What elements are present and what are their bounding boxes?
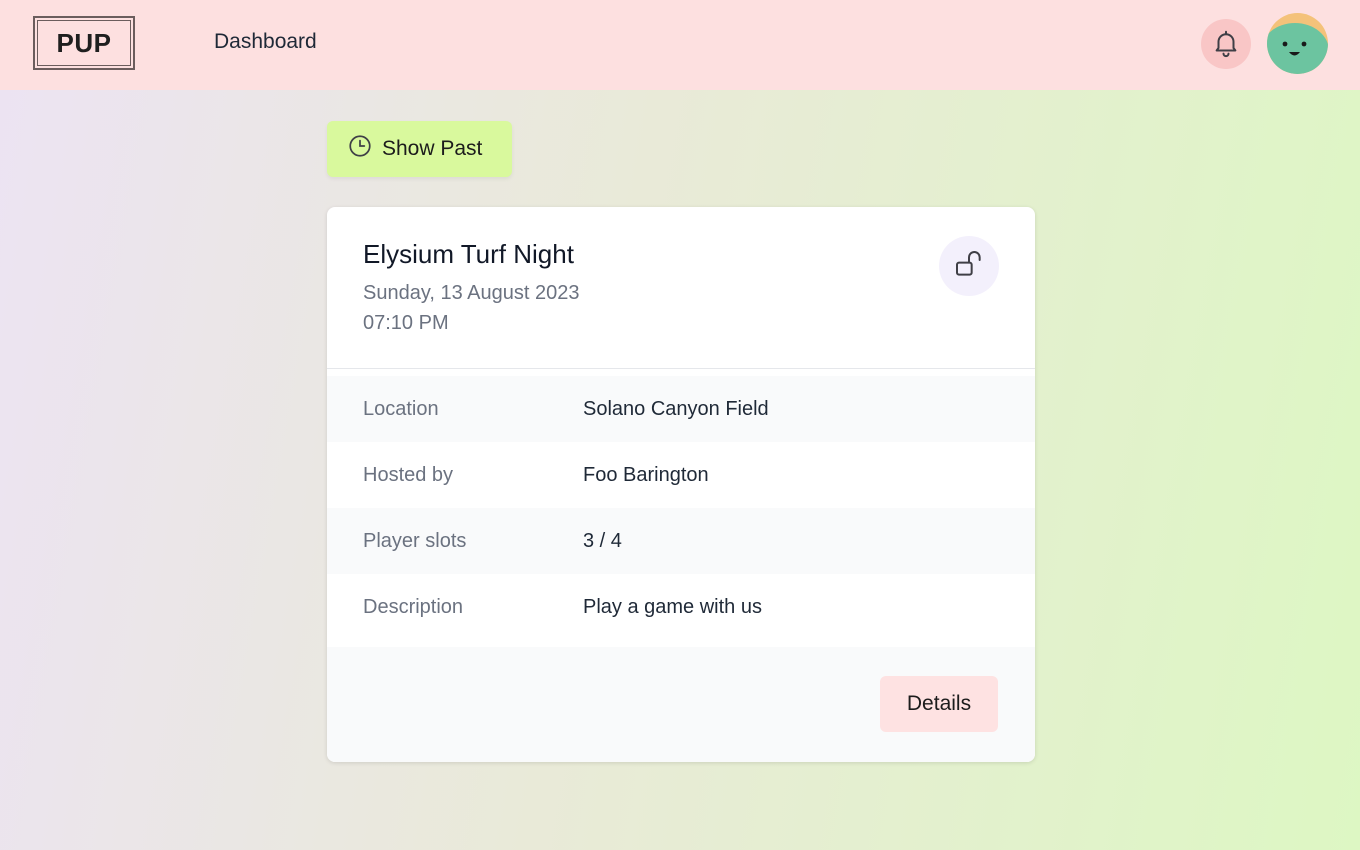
bell-icon bbox=[1211, 28, 1241, 61]
event-card-footer: Details bbox=[327, 647, 1035, 762]
detail-row-host: Hosted by Foo Barington bbox=[327, 442, 1035, 508]
nav-link-dashboard[interactable]: Dashboard bbox=[214, 30, 317, 54]
unlock-icon bbox=[953, 248, 985, 285]
event-title: Elysium Turf Night bbox=[363, 239, 574, 269]
detail-value: 3 / 4 bbox=[583, 530, 622, 552]
logo[interactable]: PUP bbox=[33, 16, 135, 70]
detail-label: Description bbox=[363, 596, 464, 618]
event-time: 07:10 PM bbox=[363, 312, 449, 334]
detail-row-location: Location Solano Canyon Field bbox=[327, 376, 1035, 442]
detail-row-player-slots: Player slots 3 / 4 bbox=[327, 508, 1035, 574]
detail-label: Location bbox=[363, 398, 439, 420]
notifications-button[interactable] bbox=[1201, 19, 1251, 69]
clock-icon bbox=[347, 133, 373, 165]
show-past-label: Show Past bbox=[382, 137, 483, 160]
lock-toggle-button[interactable] bbox=[939, 236, 999, 296]
detail-value: Foo Barington bbox=[583, 464, 709, 486]
detail-value: Solano Canyon Field bbox=[583, 398, 769, 420]
show-past-button[interactable]: Show Past bbox=[327, 121, 512, 177]
event-card-header: Elysium Turf Night Sunday, 13 August 202… bbox=[327, 207, 1035, 369]
detail-value: Play a game with us bbox=[583, 596, 762, 618]
user-avatar[interactable] bbox=[1267, 13, 1328, 74]
logo-text: PUP bbox=[37, 20, 131, 66]
detail-label: Player slots bbox=[363, 530, 467, 552]
event-date: Sunday, 13 August 2023 bbox=[363, 282, 580, 304]
top-navbar: PUP Dashboard bbox=[0, 0, 1360, 90]
detail-row-description: Description Play a game with us bbox=[327, 574, 1035, 640]
details-button[interactable]: Details bbox=[880, 676, 998, 732]
event-card: Elysium Turf Night Sunday, 13 August 202… bbox=[327, 207, 1035, 762]
detail-label: Hosted by bbox=[363, 464, 454, 486]
